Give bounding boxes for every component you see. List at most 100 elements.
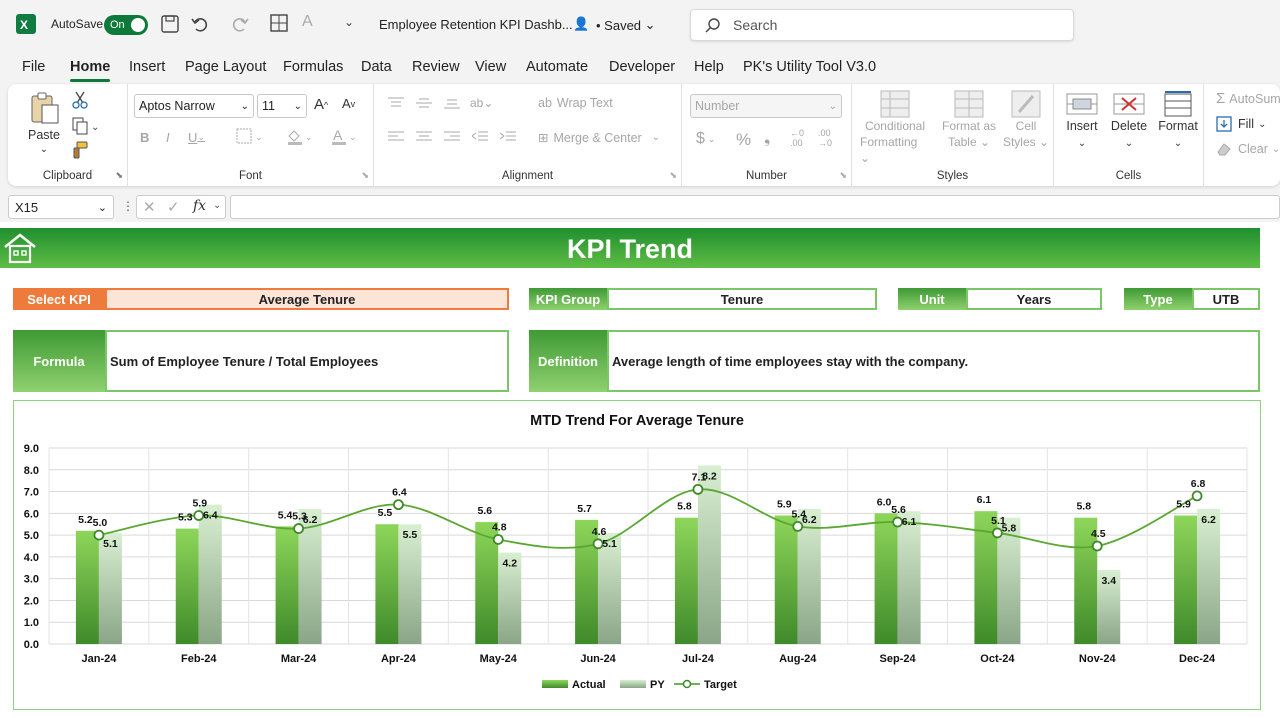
number-format-dropdown[interactable]: Number ⌄ bbox=[690, 94, 842, 118]
fill-button[interactable]: Fill ⌄ bbox=[1216, 116, 1266, 132]
name-box[interactable]: X15 ⌄ bbox=[8, 195, 114, 219]
target-point[interactable] bbox=[992, 527, 1003, 539]
orientation-icon[interactable]: ab⌄ bbox=[470, 96, 493, 110]
bar-actual[interactable] bbox=[75, 530, 99, 644]
decrease-font-icon[interactable]: Av bbox=[342, 96, 355, 111]
bar-actual[interactable] bbox=[1174, 515, 1198, 644]
menu-data[interactable]: Data bbox=[361, 59, 392, 75]
font-size-dropdown[interactable]: 11 ⌄ bbox=[257, 94, 307, 118]
delete-cells-button[interactable]: Delete ⌄ bbox=[1106, 90, 1152, 152]
target-point[interactable] bbox=[193, 510, 205, 521]
percent-icon[interactable]: % bbox=[736, 130, 751, 150]
target-point[interactable] bbox=[1091, 540, 1103, 552]
undo-icon[interactable] bbox=[190, 14, 210, 34]
autosum-button[interactable]: Σ AutoSum bbox=[1216, 90, 1280, 107]
align-middle-icon[interactable] bbox=[416, 96, 432, 110]
align-center-icon[interactable] bbox=[416, 130, 432, 144]
target-point[interactable] bbox=[592, 538, 604, 550]
align-right-icon[interactable] bbox=[444, 130, 460, 144]
bar-actual[interactable] bbox=[874, 513, 898, 644]
clipboard-launcher-icon[interactable]: ⬊ bbox=[115, 170, 123, 181]
increase-indent-icon[interactable] bbox=[500, 130, 516, 144]
decrease-indent-icon[interactable] bbox=[472, 130, 488, 144]
bar-actual[interactable] bbox=[674, 517, 698, 644]
fill-color-icon[interactable]: ⌄ bbox=[286, 128, 316, 146]
search-box[interactable]: Search bbox=[690, 9, 1074, 41]
decrease-decimal-icon[interactable]: .00 →0 bbox=[818, 128, 832, 148]
menu-help[interactable]: Help bbox=[694, 59, 724, 75]
comma-icon[interactable]: ❟ bbox=[764, 130, 770, 148]
target-point[interactable] bbox=[692, 483, 704, 495]
autosave-toggle[interactable]: On bbox=[104, 15, 148, 35]
clear-button[interactable]: Clear ⌄ bbox=[1216, 142, 1280, 156]
text-color-icon[interactable]: A ⌄ bbox=[330, 128, 360, 146]
target-point[interactable] bbox=[492, 534, 504, 545]
bar-actual[interactable] bbox=[175, 528, 199, 644]
bar-py[interactable] bbox=[198, 504, 222, 644]
bar-actual[interactable] bbox=[375, 524, 399, 644]
format-as-table-button[interactable]: Format as Table ⌄ bbox=[938, 90, 1000, 150]
menu-review[interactable]: Review bbox=[412, 59, 460, 75]
align-top-icon[interactable] bbox=[388, 96, 404, 110]
underline-icon[interactable]: U ⌄ bbox=[188, 130, 205, 145]
format-cells-button[interactable]: Format ⌄ bbox=[1154, 90, 1202, 152]
formula-input[interactable] bbox=[230, 195, 1280, 219]
font-name-dropdown[interactable]: Aptos Narrow ⌄ bbox=[134, 94, 254, 118]
bar-actual[interactable] bbox=[774, 515, 798, 644]
customize-qat-icon[interactable]: ⌄ bbox=[344, 15, 354, 29]
trend-chart[interactable]: MTD Trend For Average Tenure 5.2 5.3 5.4 5.… bbox=[13, 400, 1261, 710]
align-left-icon[interactable] bbox=[388, 130, 404, 144]
increase-font-icon[interactable]: A ^ bbox=[314, 96, 328, 113]
bar-py[interactable] bbox=[897, 511, 921, 644]
menu-developer[interactable]: Developer bbox=[609, 59, 675, 75]
align-bottom-icon[interactable] bbox=[444, 96, 460, 110]
font-launcher-icon[interactable]: ⬊ bbox=[361, 170, 369, 181]
target-point[interactable] bbox=[293, 523, 304, 534]
paste-chevron-icon[interactable]: ⌄ bbox=[36, 144, 52, 155]
font-color-icon[interactable]: A bbox=[302, 13, 313, 31]
formula-bar-more-icon[interactable]: ⋮ bbox=[122, 199, 134, 213]
bar-py[interactable] bbox=[398, 524, 422, 644]
target-point[interactable] bbox=[93, 529, 105, 541]
increase-decimal-icon[interactable]: ←0.00 bbox=[790, 128, 804, 148]
target-point[interactable] bbox=[792, 521, 804, 532]
bar-py[interactable] bbox=[1197, 508, 1221, 644]
save-icon[interactable] bbox=[160, 14, 180, 34]
cell-styles-button[interactable]: Cell Styles ⌄ bbox=[1002, 90, 1050, 150]
target-point[interactable] bbox=[892, 516, 903, 528]
number-launcher-icon[interactable]: ⬊ bbox=[839, 170, 847, 181]
menu-file[interactable]: File bbox=[22, 59, 45, 75]
menu-utility-tool[interactable]: PK's Utility Tool V3.0 bbox=[743, 59, 876, 75]
merge-center-button[interactable]: ⊞ Merge & Center ⌄ bbox=[538, 130, 660, 146]
menu-automate[interactable]: Automate bbox=[526, 59, 588, 75]
bar-actual[interactable] bbox=[575, 519, 599, 644]
cut-icon[interactable] bbox=[70, 90, 90, 110]
target-point[interactable] bbox=[1191, 490, 1203, 502]
border-icon[interactable]: ⌄ bbox=[236, 128, 266, 144]
currency-icon[interactable]: $ ⌄ bbox=[696, 130, 715, 148]
menu-insert[interactable]: Insert bbox=[129, 59, 165, 75]
wrap-text-button[interactable]: ab Wrap Text bbox=[538, 96, 613, 110]
paste-icon[interactable] bbox=[26, 90, 62, 126]
menu-page-layout[interactable]: Page Layout bbox=[185, 59, 266, 75]
borders-icon[interactable] bbox=[270, 14, 288, 32]
menu-home[interactable]: Home bbox=[70, 59, 111, 82]
enter-icon[interactable]: ✓ bbox=[167, 198, 180, 216]
italic-icon[interactable]: I bbox=[166, 130, 170, 145]
share-people-icon[interactable]: 👤 bbox=[573, 16, 589, 32]
redo-icon[interactable] bbox=[230, 14, 250, 34]
menu-formulas[interactable]: Formulas bbox=[283, 59, 343, 75]
conditional-formatting-button[interactable]: Conditional Formatting ⌄ bbox=[860, 90, 930, 166]
paste-button[interactable]: Paste bbox=[22, 128, 66, 142]
cancel-icon[interactable]: ✕ bbox=[143, 198, 156, 216]
copy-icon[interactable]: ⌄ bbox=[68, 116, 104, 136]
insert-cells-button[interactable]: Insert ⌄ bbox=[1060, 90, 1104, 152]
bar-actual[interactable] bbox=[275, 526, 299, 644]
insert-function-icon[interactable]: fx bbox=[193, 198, 206, 214]
menu-view[interactable]: View bbox=[475, 59, 506, 75]
select-kpi-dropdown[interactable]: Average Tenure bbox=[105, 288, 509, 310]
bold-icon[interactable]: B bbox=[140, 130, 149, 145]
save-status[interactable]: • Saved ⌄ bbox=[596, 17, 656, 33]
fx-chevron-icon[interactable]: ⌄ bbox=[213, 200, 221, 211]
document-title[interactable]: Employee Retention KPI Dashb... bbox=[379, 17, 573, 32]
